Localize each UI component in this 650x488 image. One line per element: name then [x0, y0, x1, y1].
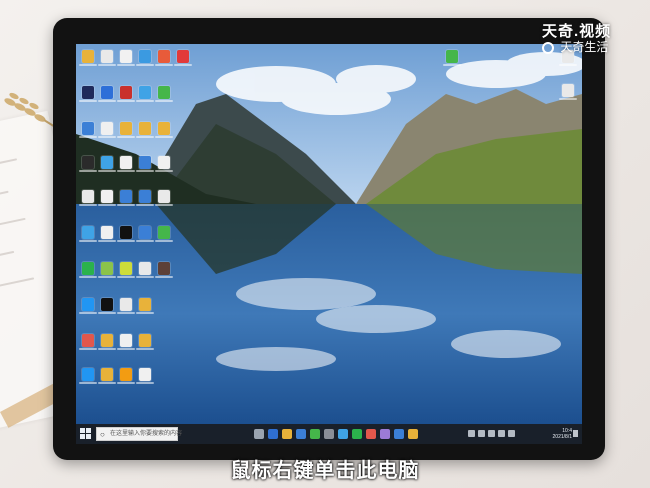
desktop-icon[interactable]	[136, 86, 154, 102]
desktop-icon[interactable]	[98, 368, 116, 384]
desktop-icon[interactable]	[79, 156, 97, 172]
search-placeholder: 在这里输入你要搜索的内容	[110, 431, 183, 437]
desktop-icon[interactable]	[155, 122, 173, 138]
desktop-icon[interactable]	[98, 334, 116, 350]
taskbar-app-icon[interactable]	[268, 429, 278, 439]
desktop-icon[interactable]	[155, 190, 173, 206]
desktop-icon[interactable]	[98, 226, 116, 242]
video-watermark: 天奇.视频 天奇生活	[542, 20, 642, 60]
desktop-icon[interactable]	[117, 122, 135, 138]
desktop-icon[interactable]	[559, 84, 577, 100]
desktop-icon[interactable]	[155, 86, 173, 102]
desktop-icon[interactable]	[79, 122, 97, 138]
watermark-brand-text: 天奇生活	[560, 40, 609, 54]
desktop-icon[interactable]	[443, 50, 461, 66]
monitor: ○ 在这里输入你要搜索的内容 10:4 2021/8/1	[53, 18, 605, 460]
taskbar: ○ 在这里输入你要搜索的内容 10:4 2021/8/1	[76, 424, 582, 444]
desktop-icon[interactable]	[117, 262, 135, 278]
desktop-icon[interactable]	[117, 190, 135, 206]
desktop-screen: ○ 在这里输入你要搜索的内容 10:4 2021/8/1	[76, 44, 582, 444]
desktop-icon[interactable]	[136, 298, 154, 314]
desktop-icon[interactable]	[155, 156, 173, 172]
taskbar-app-icon[interactable]	[282, 429, 292, 439]
desktop-icon[interactable]	[79, 262, 97, 278]
notification-icon[interactable]	[573, 430, 578, 437]
desktop-icon[interactable]	[136, 156, 154, 172]
desktop-icon[interactable]	[79, 190, 97, 206]
desktop-icon[interactable]	[136, 334, 154, 350]
desktop-icon[interactable]	[117, 334, 135, 350]
desktop-icon[interactable]	[136, 226, 154, 242]
desktop-icon[interactable]	[98, 156, 116, 172]
desktop-icon[interactable]	[117, 368, 135, 384]
desktop-icon[interactable]	[117, 156, 135, 172]
taskbar-search-box[interactable]: ○ 在这里输入你要搜索的内容	[96, 427, 182, 441]
wifi-icon[interactable]	[478, 430, 485, 437]
volume-icon[interactable]	[488, 430, 495, 437]
desktop-icon[interactable]	[79, 86, 97, 102]
taskbar-app-icon[interactable]	[324, 429, 334, 439]
desktop-icon[interactable]	[136, 368, 154, 384]
desktop-icon[interactable]	[174, 50, 192, 66]
tray-icon[interactable]	[468, 430, 475, 437]
desktop-icon[interactable]	[117, 298, 135, 314]
desktop-icon[interactable]	[98, 86, 116, 102]
desktop-icon[interactable]	[79, 50, 97, 66]
ime-icon[interactable]	[508, 430, 515, 437]
desktop-icon-grid	[76, 44, 582, 424]
desktop-icon[interactable]	[117, 226, 135, 242]
battery-icon[interactable]	[498, 430, 505, 437]
taskbar-app-icon[interactable]	[352, 429, 362, 439]
taskbar-app-icon[interactable]	[408, 429, 418, 439]
desktop-icon[interactable]	[117, 50, 135, 66]
desktop-icon[interactable]	[98, 298, 116, 314]
search-icon: ○	[100, 430, 105, 439]
taskbar-app-icon[interactable]	[296, 429, 306, 439]
system-tray: 10:4 2021/8/1	[468, 428, 578, 440]
desktop-icon[interactable]	[136, 190, 154, 206]
taskbar-app-icon[interactable]	[380, 429, 390, 439]
desktop-icon[interactable]	[98, 122, 116, 138]
desktop-icon[interactable]	[136, 262, 154, 278]
desktop-icon[interactable]	[98, 262, 116, 278]
taskbar-app-icon[interactable]	[338, 429, 348, 439]
desktop-icon[interactable]	[155, 226, 173, 242]
desktop-icon[interactable]	[79, 368, 97, 384]
desktop-icon[interactable]	[155, 50, 173, 66]
taskbar-app-icon[interactable]	[394, 429, 404, 439]
task-view-icon[interactable]	[254, 429, 264, 439]
taskbar-clock[interactable]: 10:4 2021/8/1	[544, 428, 572, 440]
windows-start-icon[interactable]	[80, 428, 92, 440]
taskbar-app-icon[interactable]	[310, 429, 320, 439]
desktop-icon[interactable]	[155, 262, 173, 278]
clock-date: 2021/8/1	[552, 434, 572, 440]
desktop-icon[interactable]	[79, 334, 97, 350]
desktop-icon[interactable]	[79, 298, 97, 314]
video-subtitle: 鼠标右键单击此电脑	[230, 460, 420, 482]
desktop-icon[interactable]	[98, 50, 116, 66]
desktop-icon[interactable]	[136, 50, 154, 66]
taskbar-app-icon[interactable]	[366, 429, 376, 439]
watermark-brand: 天奇生活	[542, 38, 608, 55]
wheat-decoration	[4, 92, 60, 131]
desktop-icon[interactable]	[136, 122, 154, 138]
brand-logo-icon	[542, 42, 554, 54]
desktop-icon[interactable]	[117, 86, 135, 102]
desktop-icon[interactable]	[98, 190, 116, 206]
desktop-icon[interactable]	[79, 226, 97, 242]
